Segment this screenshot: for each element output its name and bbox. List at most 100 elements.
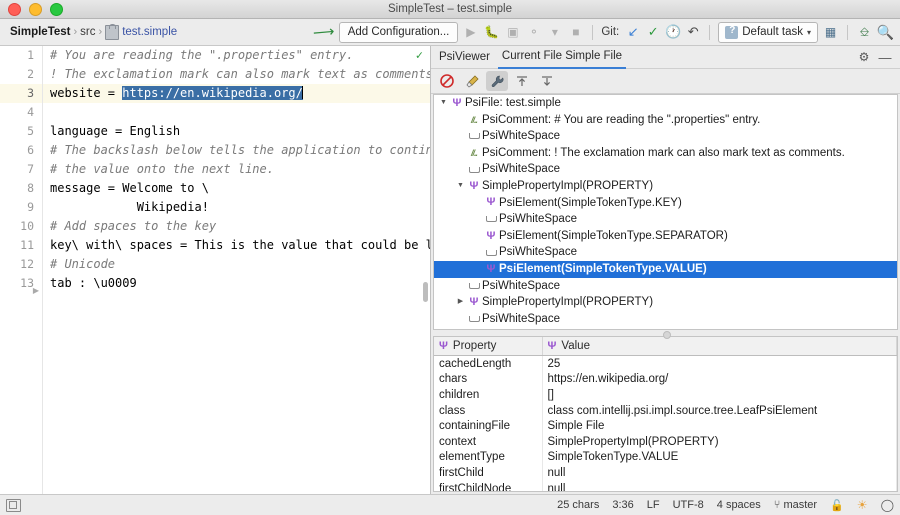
cancel-icon[interactable] — [436, 71, 458, 91]
expand-up-icon[interactable] — [511, 71, 533, 91]
add-configuration-button[interactable]: Add Configuration... — [339, 22, 459, 43]
fold-marker-icon[interactable]: ▶ — [33, 286, 39, 295]
table-row[interactable]: firstChildnull — [434, 465, 897, 481]
code-text: language = English — [50, 124, 180, 138]
gear-icon[interactable]: ⚙ — [858, 51, 870, 63]
psi-tree-node[interactable]: ΨPsiFile: test.simple — [434, 95, 897, 112]
run-with-coverage-icon[interactable]: ▣ — [504, 24, 521, 41]
read-only-lock-icon[interactable]: 🔓 — [830, 499, 844, 512]
background-tasks-icon[interactable]: ◯ — [881, 498, 894, 512]
rollback-icon[interactable]: ↶ — [685, 24, 701, 41]
psi-tree-node-label: PsiWhiteSpace — [482, 278, 560, 295]
inspection-ok-check-icon[interactable]: ✓ — [416, 48, 423, 62]
chevron-down-icon[interactable] — [455, 178, 466, 195]
chevron-down-icon: ▾ — [807, 28, 811, 37]
psi-tree[interactable]: ΨPsiFile: test.simple//..PsiComment: # Y… — [433, 94, 898, 330]
breadcrumb-src[interactable]: src — [80, 26, 95, 38]
comment-icon: //.. — [466, 145, 482, 162]
commit-icon[interactable]: ✓ — [645, 24, 661, 41]
table-row[interactable]: cachedLength25 — [434, 356, 897, 372]
breadcrumb-file[interactable]: test.simple — [122, 26, 177, 38]
table-row[interactable]: contextSimplePropertyImpl(PROPERTY) — [434, 434, 897, 450]
restore-layout-icon[interactable]: ▦ — [822, 24, 839, 41]
table-row[interactable]: charshttps://en.wikipedia.org/ — [434, 372, 897, 388]
history-icon[interactable]: 🕐 — [665, 24, 681, 41]
profile-icon[interactable]: ⚬ — [525, 24, 542, 41]
update-project-icon[interactable]: ↙ — [625, 24, 641, 41]
psi-tree-node-selected[interactable]: ΨPsiElement(SimpleTokenType.VALUE) — [434, 261, 897, 278]
table-row[interactable]: containingFileSimple File — [434, 418, 897, 434]
psi-tree-node[interactable]: ΨSimplePropertyImpl(PROPERTY) — [434, 178, 897, 195]
chevron-right-icon[interactable] — [455, 294, 466, 311]
chevron-down-icon[interactable] — [438, 95, 449, 112]
search-everywhere-icon[interactable]: 🔍 — [877, 24, 894, 41]
psi-icon: Ψ — [483, 197, 499, 208]
horizontal-splitter[interactable] — [431, 330, 900, 336]
psi-properties-table[interactable]: Ψ Property Ψ Value — [433, 336, 898, 492]
psi-tree-node[interactable]: PsiWhiteSpace — [434, 211, 897, 228]
status-caret-position[interactable]: 3:36 — [612, 499, 633, 511]
table-row[interactable]: elementTypeSimpleTokenType.VALUE — [434, 450, 897, 466]
status-line-separator[interactable]: LF — [647, 499, 660, 511]
line-numbers: 12345678910111213 — [0, 46, 42, 293]
collapse-down-icon[interactable] — [536, 71, 558, 91]
file-icon — [105, 25, 119, 40]
code-line: ! The exclamation mark can also mark tex… — [43, 65, 430, 84]
task-combo[interactable]: Default task ▾ — [718, 22, 818, 43]
psi-tree-node[interactable]: ΨPsiElement(SimpleTokenType.SEPARATOR) — [434, 228, 897, 245]
psi-tree-node[interactable]: ΨPsiElement(SimpleTokenType.KEY) — [434, 195, 897, 212]
property-name-cell: firstChildNode — [434, 481, 542, 492]
terminal-icon[interactable]: ⎒ — [856, 24, 873, 41]
debug-icon[interactable]: 🐛 — [483, 24, 500, 41]
status-bar: 25 chars 3:36 LF UTF-8 4 spaces ⑂ master… — [0, 494, 900, 515]
tab-current-file-simple-file[interactable]: Current File Simple File — [498, 46, 626, 69]
toggle-tool-window-bars-icon[interactable] — [6, 499, 21, 512]
properties-wrench-icon[interactable] — [486, 71, 508, 91]
status-branch[interactable]: ⑂ master — [774, 499, 817, 511]
psi-tree-node-label: PsiComment: ! The exclamation mark can a… — [482, 145, 845, 162]
property-name-cell: children — [434, 387, 542, 403]
property-value-cell: Simple File — [542, 418, 897, 434]
breadcrumb-project[interactable]: SimpleTest — [10, 26, 71, 38]
chevron-down-icon[interactable]: ▾ — [546, 24, 563, 41]
psi-tree-node[interactable]: PsiWhiteSpace — [434, 244, 897, 261]
editor-scrollbar[interactable] — [423, 282, 428, 302]
run-icon[interactable]: ▶ — [462, 24, 479, 41]
toolbar-divider — [847, 25, 848, 40]
status-indent[interactable]: 4 spaces — [717, 499, 761, 511]
editor-code-area[interactable]: # You are reading the ".properties" entr… — [43, 46, 430, 494]
psi-tree-node[interactable]: PsiWhiteSpace — [434, 161, 897, 178]
psi-tree-node[interactable]: PsiWhiteSpace — [434, 278, 897, 295]
build-arrow-icon[interactable]: ⟶ — [313, 24, 336, 41]
property-name-cell: context — [434, 434, 542, 450]
psi-tree-node[interactable]: PsiWhiteSpace — [434, 311, 897, 328]
psi-tree-node[interactable]: //..PsiComment: ! The exclamation mark c… — [434, 145, 897, 162]
code-line: # Unicode — [43, 255, 430, 274]
property-value-cell: 25 — [542, 356, 897, 372]
code-lines: # You are reading the ".properties" entr… — [43, 46, 430, 293]
psi-tree-node[interactable]: ΨSimplePropertyImpl(PROPERTY) — [434, 294, 897, 311]
toolbar-divider — [592, 25, 593, 40]
property-value-cell: class com.intellij.psi.impl.source.tree.… — [542, 403, 897, 419]
minimize-icon[interactable]: — — [879, 51, 891, 63]
editor-gutter[interactable]: 12345678910111213 ▶ — [0, 46, 43, 494]
column-header-value[interactable]: Ψ Value — [542, 337, 897, 356]
whitespace-icon — [466, 283, 482, 289]
table-row[interactable]: firstChildNodenull — [434, 481, 897, 492]
ide-update-icon[interactable]: ☀ — [857, 498, 868, 512]
table-row[interactable]: classclass com.intellij.psi.impl.source.… — [434, 403, 897, 419]
psi-tree-node[interactable]: //..PsiComment: # You are reading the ".… — [434, 112, 897, 129]
stop-icon[interactable]: ■ — [567, 24, 584, 41]
psi-tree-node-label: PsiWhiteSpace — [499, 211, 577, 228]
psi-icon: Ψ — [483, 231, 499, 242]
property-name-cell: chars — [434, 372, 542, 388]
table-header-row: Ψ Property Ψ Value — [434, 337, 897, 356]
code-text: website = — [50, 86, 122, 100]
code-comment: # Add spaces to the key — [50, 219, 216, 233]
column-header-property[interactable]: Ψ Property — [434, 337, 542, 356]
highlight-brush-icon[interactable] — [461, 71, 483, 91]
psi-tree-node[interactable]: PsiWhiteSpace — [434, 128, 897, 145]
table-row[interactable]: children[] — [434, 387, 897, 403]
status-encoding[interactable]: UTF-8 — [673, 499, 704, 511]
column-header-value-label: Value — [561, 340, 590, 352]
